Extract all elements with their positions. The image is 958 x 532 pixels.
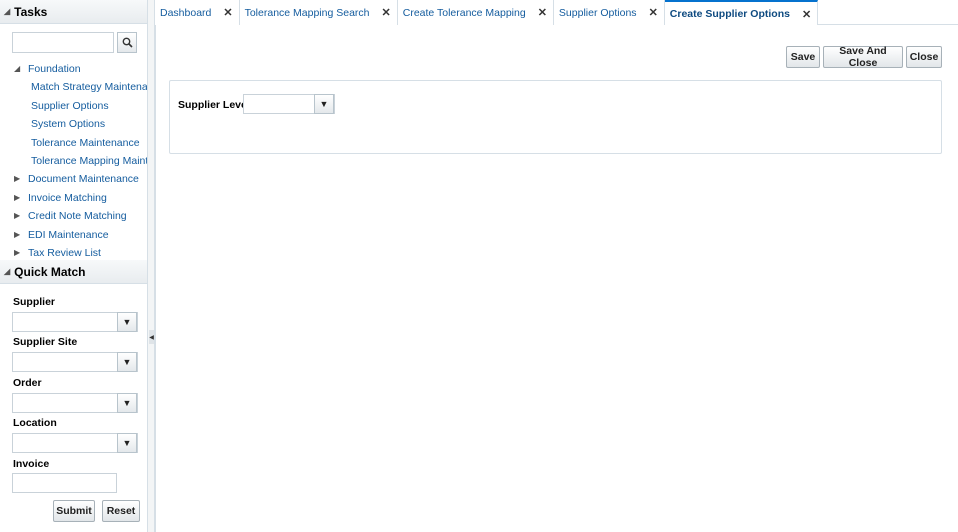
supplier-options-form: Supplier Level ▼ [169,80,942,154]
tree-item-tolerance-mapping-maintenance[interactable]: Tolerance Mapping Maintena [0,152,147,170]
supplier-site-label: Supplier Site [13,336,78,348]
tree-node-document-maintenance[interactable]: ▶ Document Maintenance [0,170,147,188]
close-x-icon[interactable]: ✕ [802,8,811,21]
tree-item-supplier-options[interactable]: Supplier Options [0,97,147,115]
tree-item-system-options[interactable]: System Options [0,115,147,133]
tree-node-label[interactable]: Document Maintenance [28,170,139,188]
tree-node-label[interactable]: Credit Note Matching [28,207,127,225]
caret-down-icon[interactable]: ▼ [117,433,137,453]
tasks-tree: ◢ Foundation Match Strategy Maintenance … [0,60,147,262]
magnifier-icon [122,37,133,48]
caret-down-icon[interactable]: ▼ [117,393,137,413]
left-panel: ◢ Tasks ◢ Foundation Match Strategy Main… [0,0,148,532]
collapse-triangle-icon[interactable]: ◢ [4,267,10,276]
quick-match-header[interactable]: ◢ Quick Match [0,260,147,284]
invoice-label: Invoice [13,458,50,470]
tree-node-foundation[interactable]: ◢ Foundation [0,60,147,78]
tree-item-label[interactable]: Tolerance Mapping Maintena [31,152,147,170]
location-label: Location [13,417,57,429]
reset-button[interactable]: Reset [102,500,140,522]
tab-create-tolerance-mapping[interactable]: Create Tolerance Mapping ✕ [397,0,554,25]
tree-item-match-strategy-maintenance[interactable]: Match Strategy Maintenance [0,78,147,96]
tasks-search-button[interactable] [117,32,137,53]
collapsed-triangle-icon[interactable]: ▶ [14,207,20,225]
tab-label[interactable]: Tolerance Mapping Search [245,7,370,19]
location-select[interactable]: ▼ [12,433,138,453]
main-content: Save Save And Close Close Supplier Level… [155,25,958,532]
supplier-label: Supplier [13,296,56,308]
tree-item-label[interactable]: System Options [31,115,105,133]
expanded-triangle-icon[interactable]: ◢ [14,60,20,78]
tree-node-label[interactable]: Foundation [28,60,81,78]
tree-node-invoice-matching[interactable]: ▶ Invoice Matching [0,189,147,207]
order-select[interactable]: ▼ [12,393,138,413]
supplier-select[interactable]: ▼ [12,312,138,332]
collapsed-triangle-icon[interactable]: ▶ [14,226,20,244]
supplier-site-select[interactable]: ▼ [12,352,138,372]
collapsed-triangle-icon[interactable]: ▶ [14,189,20,207]
tab-label[interactable]: Dashboard [160,7,211,19]
tab-tolerance-mapping-search[interactable]: Tolerance Mapping Search ✕ [239,0,398,25]
tab-dashboard[interactable]: Dashboard ✕ [155,0,240,25]
save-button[interactable]: Save [786,46,820,68]
close-x-icon[interactable]: ✕ [538,6,547,19]
caret-down-icon[interactable]: ▼ [117,352,137,372]
collapsed-triangle-icon[interactable]: ▶ [14,170,20,188]
invoice-input[interactable] [12,473,117,493]
tasks-search-input[interactable] [12,32,114,53]
tab-create-supplier-options[interactable]: Create Supplier Options ✕ [664,0,819,26]
order-label: Order [13,377,42,389]
save-and-close-button[interactable]: Save And Close [823,45,903,69]
panel-splitter[interactable]: ◀ [148,0,155,532]
supplier-level-label: Supplier Level [178,99,250,111]
caret-down-icon[interactable]: ▼ [314,94,334,114]
tree-item-label[interactable]: Tolerance Maintenance [31,134,140,152]
collapse-triangle-icon[interactable]: ◢ [4,7,10,16]
close-x-icon[interactable]: ✕ [382,6,391,19]
tasks-title: Tasks [14,4,48,19]
tab-label[interactable]: Supplier Options [559,7,637,19]
tab-label[interactable]: Create Tolerance Mapping [403,7,526,19]
close-button[interactable]: Close [906,46,942,68]
close-x-icon[interactable]: ✕ [223,6,232,19]
tasks-header[interactable]: ◢ Tasks [0,0,147,24]
supplier-level-select[interactable]: ▼ [243,94,335,114]
tree-item-tolerance-maintenance[interactable]: Tolerance Maintenance [0,134,147,152]
submit-button[interactable]: Submit [53,500,95,522]
tree-item-label[interactable]: Match Strategy Maintenance [31,78,147,96]
tab-bar: Dashboard ✕ Tolerance Mapping Search ✕ C… [155,0,958,26]
tree-node-label[interactable]: EDI Maintenance [28,226,109,244]
tree-node-label[interactable]: Invoice Matching [28,189,107,207]
close-x-icon[interactable]: ✕ [649,6,658,19]
caret-down-icon[interactable]: ▼ [117,312,137,332]
tab-supplier-options[interactable]: Supplier Options ✕ [553,0,665,25]
quick-match-title: Quick Match [14,264,86,279]
tree-item-label[interactable]: Supplier Options [31,97,109,115]
tab-label[interactable]: Create Supplier Options [670,8,790,20]
tasks-search [12,32,137,53]
tree-node-edi-maintenance[interactable]: ▶ EDI Maintenance [0,226,147,244]
tree-node-credit-note-matching[interactable]: ▶ Credit Note Matching [0,207,147,225]
collapse-arrow-icon[interactable]: ◀ [149,330,154,344]
